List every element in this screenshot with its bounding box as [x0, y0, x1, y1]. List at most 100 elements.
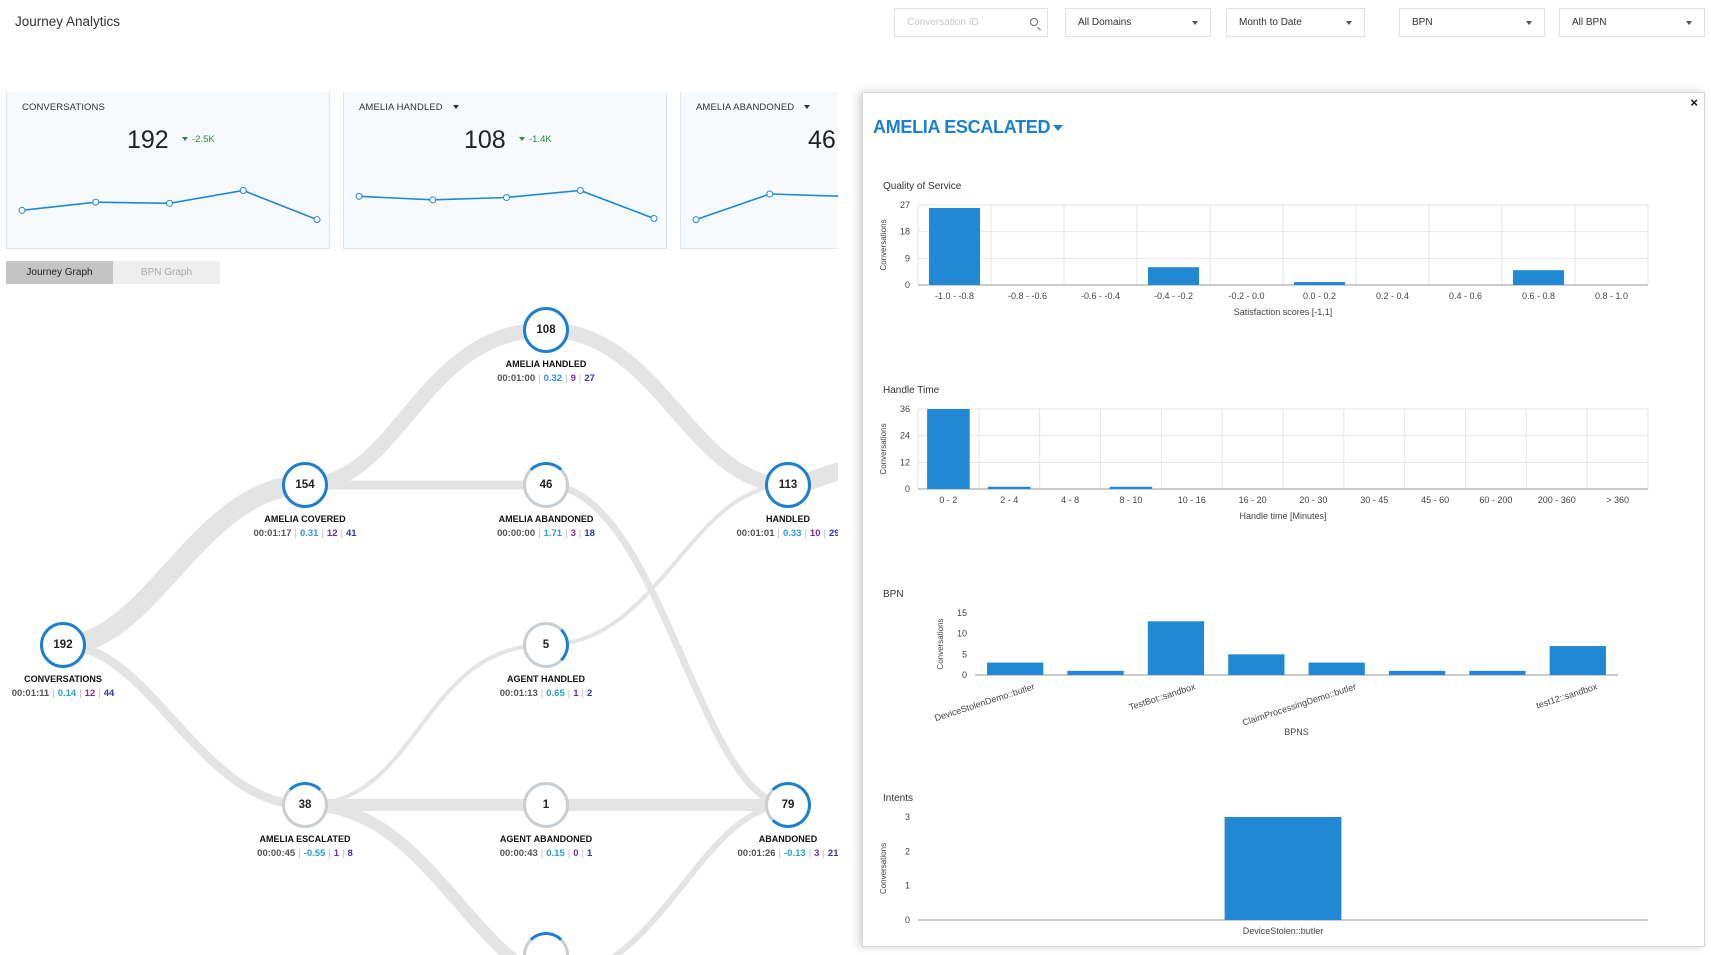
trend-down-icon: [182, 137, 188, 142]
kpi-card-amelia-abandoned[interactable]: AMELIA ABANDONED 46: [680, 92, 838, 249]
node-agent-abandoned[interactable]: 1: [523, 782, 569, 828]
bar: [1293, 282, 1346, 285]
bpn-select[interactable]: All BPN: [1559, 8, 1705, 37]
y-tick-label: 12: [900, 457, 910, 467]
y-tick-label: 10: [957, 629, 967, 639]
kpi-delta: -1.4K: [519, 134, 552, 145]
node-conversations[interactable]: 192: [40, 622, 86, 668]
x-tick-label: 0.2 - 0.4: [1376, 291, 1409, 301]
y-tick-label: 36: [900, 404, 910, 414]
chart-intents: 0 1 2 3DeviceStolen::butler Conversations: [879, 812, 1648, 936]
node-amelia-handled[interactable]: 108: [523, 307, 569, 353]
bar: [987, 662, 1044, 675]
bar: [1512, 270, 1565, 285]
link-escalated-agent-handled: [304, 643, 547, 807]
stat-count-a: 1: [573, 688, 579, 699]
app-title: Journey Analytics: [15, 14, 121, 29]
stat-count-a: 10: [809, 528, 821, 539]
node-stats: 00:01:01 | 0.33 | 10 | 29: [736, 528, 838, 539]
chart-title-intents: Intents: [883, 793, 914, 804]
stat-time: 00:01:01: [736, 528, 775, 539]
sparkline-point: [576, 187, 584, 194]
kpi-label: CONVERSATIONS: [22, 102, 105, 113]
date-range-select[interactable]: Month to Date: [1226, 8, 1365, 37]
y-tick-label: 1: [905, 881, 910, 891]
node-abandoned[interactable]: 79: [765, 782, 811, 828]
kpi-delta-value: -1.4K: [529, 134, 552, 145]
domain-filter-select[interactable]: All Domains: [1065, 8, 1211, 37]
bar: [1228, 654, 1285, 675]
x-tick-label: 0.0 - 0.2: [1303, 291, 1336, 301]
x-tick-label: 4 - 8: [1061, 495, 1079, 505]
node-amelia-covered[interactable]: 154: [282, 462, 328, 508]
y-axis-title: Conversations: [936, 618, 945, 669]
kpi-label[interactable]: AMELIA HANDLED: [359, 102, 459, 113]
chevron-down-icon: [1686, 21, 1692, 25]
kpi-label-text: AMELIA ABANDONED: [696, 102, 795, 113]
bar: [927, 409, 970, 489]
stat-score: 0.14: [57, 688, 77, 699]
sparkline-point: [313, 216, 321, 224]
stat-count-b: 27: [584, 373, 595, 384]
tab-bpn-graph[interactable]: BPN Graph: [113, 261, 220, 284]
x-tick-label: test12::sandbox: [1535, 681, 1599, 710]
detail-panel: × AMELIA ESCALATED Quality of Service 0 9…: [862, 92, 1705, 947]
stat-count-a: 12: [84, 688, 96, 699]
x-tick-label: 60 - 200: [1479, 495, 1512, 505]
bpn-value: All BPN: [1572, 17, 1607, 28]
y-tick-label: 3: [905, 812, 910, 822]
bpn-type-value: BPN: [1412, 17, 1433, 28]
close-icon[interactable]: ×: [1690, 95, 1698, 110]
node-stats: 00:00:43 | 0.15 | 0 | 1: [499, 848, 593, 859]
node-label: AGENT HANDLED: [507, 674, 585, 684]
x-tick-label: 0.6 - 0.8: [1522, 291, 1555, 301]
y-tick-label: 0: [905, 484, 910, 494]
y-tick-label: 0: [962, 670, 967, 680]
stat-count-b: 21: [827, 848, 838, 859]
bar: [1224, 817, 1342, 920]
conversation-search-input[interactable]: Conversation ID: [894, 8, 1048, 37]
node-stats: 00:01:13 | 0.65 | 1 | 2: [499, 688, 593, 699]
panel-title[interactable]: AMELIA ESCALATED: [873, 117, 1064, 138]
stat-time: 00:00:00: [497, 528, 536, 539]
chevron-down-icon[interactable]: [1053, 125, 1064, 132]
x-tick-label: 45 - 60: [1421, 495, 1449, 505]
search-icon[interactable]: [1030, 18, 1038, 26]
chevron-down-icon[interactable]: [452, 105, 459, 110]
sparkline-point: [429, 196, 437, 204]
x-tick-label: 0 - 2: [939, 495, 957, 505]
node-amelia-escalated[interactable]: 38: [282, 782, 328, 828]
kpi-label-text: AMELIA HANDLED: [359, 102, 443, 113]
chart-title-bpn: BPN: [883, 589, 904, 600]
x-tick-label: 8 - 10: [1119, 495, 1142, 505]
kpi-label[interactable]: AMELIA ABANDONED: [696, 102, 811, 113]
y-axis-title: Conversations: [879, 423, 888, 474]
link-conversations-escalated: [62, 640, 306, 810]
node-label: AGENT ABANDONED: [499, 834, 593, 844]
x-tick-label: -1.0 - -0.8: [935, 291, 974, 301]
kpi-value: 108: [464, 126, 506, 154]
x-tick-label: DeviceStolenDemo::butler: [933, 681, 1036, 723]
node-amelia-abandoned[interactable]: 46: [523, 462, 569, 508]
panel-title-text: AMELIA ESCALATED: [873, 117, 1051, 137]
sparkline-point: [766, 190, 774, 198]
x-tick-label: -0.2 - 0.0: [1228, 291, 1264, 301]
stat-score: 0.15: [546, 848, 565, 859]
node-handled[interactable]: 113: [765, 462, 811, 508]
bpn-type-select[interactable]: BPN: [1399, 8, 1545, 37]
tab-journey-graph[interactable]: Journey Graph: [6, 261, 113, 284]
domain-filter-value: All Domains: [1078, 17, 1132, 28]
chevron-down-icon: [1526, 21, 1532, 25]
chevron-down-icon[interactable]: [804, 105, 811, 110]
kpi-card-amelia-handled[interactable]: AMELIA HANDLED 108 -1.4K: [343, 92, 667, 249]
node-agent-handled[interactable]: 5: [523, 622, 569, 668]
node-stats: 00:01:11 | 0.14 | 12 | 44: [11, 688, 115, 699]
node-stats: 00:01:17 | 0.31 | 12 | 41: [253, 528, 357, 539]
x-tick-label: -0.8 - -0.6: [1008, 291, 1047, 301]
node-label: AMELIA ESCALATED: [259, 834, 351, 844]
kpi-card-conversations[interactable]: CONVERSATIONS 192 -2.5K: [6, 92, 330, 249]
node-stats: 00:00:45 | -0.55 | 1 | 8: [257, 848, 353, 859]
stat-score: 0.33: [782, 528, 802, 539]
stat-count-a: 0: [573, 848, 579, 859]
x-tick-label: 2 - 4: [1000, 495, 1018, 505]
